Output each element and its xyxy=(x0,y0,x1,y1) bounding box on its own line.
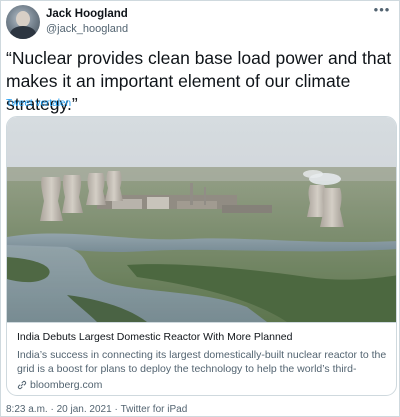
more-horizontal-icon[interactable]: ••• xyxy=(373,3,391,19)
avatar[interactable] xyxy=(6,5,40,39)
translate-tweet-link[interactable]: Tweet vertalen xyxy=(6,98,71,109)
card-domain-row: bloomberg.com xyxy=(17,378,388,392)
author-names: Jack Hoogland @jack_hoogland xyxy=(46,7,128,36)
link-preview-card[interactable]: India Debuts Largest Domestic Reactor Wi… xyxy=(6,116,397,396)
tweet-header: Jack Hoogland @jack_hoogland ••• xyxy=(6,3,391,41)
tweet-date[interactable]: 20 jan. 2021 xyxy=(57,404,112,415)
author-display-name[interactable]: Jack Hoogland xyxy=(46,7,128,21)
card-image xyxy=(7,117,396,322)
link-icon xyxy=(17,380,27,390)
tweet-time[interactable]: 8:23 a.m. xyxy=(6,404,48,415)
card-domain: bloomberg.com xyxy=(30,379,103,391)
card-title: India Debuts Largest Domestic Reactor Wi… xyxy=(17,331,293,343)
meta-separator: · xyxy=(50,404,54,415)
meta-separator: · xyxy=(114,404,118,415)
tweet-embed: Jack Hoogland @jack_hoogland ••• “Nuclea… xyxy=(0,0,400,417)
card-description: India’s success in connecting its larges… xyxy=(17,349,387,375)
tweet-source[interactable]: Twitter for iPad xyxy=(121,404,188,415)
tweet-meta: 8:23 a.m. · 20 jan. 2021 · Twitter for i… xyxy=(6,404,187,415)
card-body: India Debuts Largest Domestic Reactor Wi… xyxy=(7,322,396,395)
avatar-shoulders-shape xyxy=(10,26,36,39)
author-handle[interactable]: @jack_hoogland xyxy=(46,22,128,36)
avatar-head-shape xyxy=(16,11,30,27)
